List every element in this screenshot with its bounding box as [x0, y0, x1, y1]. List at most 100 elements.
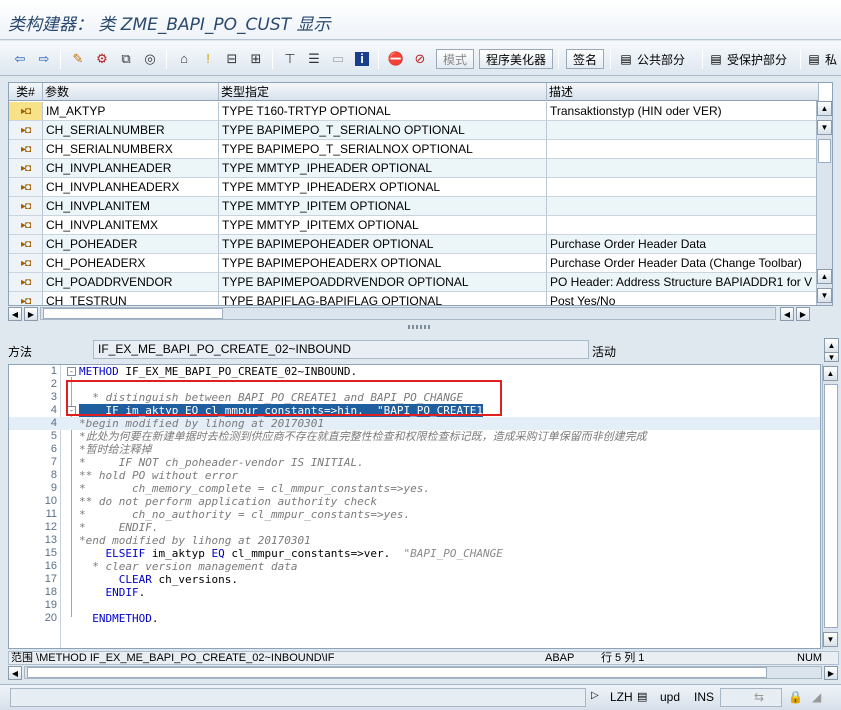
parameter-kind-icon[interactable]: ▸◘	[9, 121, 43, 140]
back-arrow-button[interactable]: ⇦	[10, 48, 30, 69]
code-line[interactable]: 4 *begin modified by lihong at 20170301	[9, 417, 820, 430]
parameter-kind-icon[interactable]: ▸◘	[9, 197, 43, 216]
pretty-printer-button[interactable]: 程序美化器	[479, 49, 554, 69]
parameter-kind-icon[interactable]: ▸◘	[9, 159, 43, 178]
parameter-row[interactable]: ▸◘ CH_POHEADER TYPE BAPIMEPOHEADER OPTIONA…	[9, 235, 817, 254]
parameter-description-cell[interactable]: Post Yes/No	[547, 292, 817, 305]
editor-horizontal-track[interactable]	[24, 666, 822, 679]
editor-scroll-up-button[interactable]: ▲	[823, 366, 838, 381]
lock-icon[interactable]: 🔒	[788, 690, 803, 704]
code-line[interactable]: 7 * IF NOT ch_poheader-vendor IS INITIAL.	[9, 456, 820, 469]
parameter-name-cell[interactable]: CH_SERIALNUMBERX	[43, 140, 219, 159]
parameter-description-cell[interactable]	[547, 216, 817, 235]
code-line[interactable]: 11 * ch_no_authority = cl_mmpur_constants…	[9, 508, 820, 521]
column-header-parameter[interactable]: 参数	[43, 83, 219, 101]
code-line[interactable]: 1 - METHOD IF_EX_ME_BAPI_PO_CREATE_02~INBO…	[9, 365, 820, 378]
parameter-type-cell[interactable]: TYPE T160-TRTYP OPTIONAL	[219, 102, 547, 121]
parameter-type-cell[interactable]: TYPE BAPIFLAG-BAPIFLAG OPTIONAL	[219, 292, 547, 305]
code-line[interactable]: 16 * clear version management data	[9, 560, 820, 573]
expand-status-icon[interactable]: ▷	[591, 690, 599, 701]
navigation-button[interactable]: !	[198, 48, 218, 69]
display-change-button[interactable]: ✎	[68, 48, 88, 69]
code-line[interactable]: 6 *暂时给注释掉	[9, 443, 820, 456]
print-button[interactable]: ☰	[304, 48, 324, 69]
resize-grip-icon[interactable]: ◢	[812, 690, 821, 704]
parameter-kind-icon[interactable]: ▸◘	[9, 216, 43, 235]
parameter-row[interactable]: ▸◘ CH_SERIALNUMBER TYPE BAPIMEPO_T_SERIALN…	[9, 121, 817, 140]
parameter-type-cell[interactable]: TYPE MMTYP_IPHEADER OPTIONAL	[219, 159, 547, 178]
editor-scroll-left-button[interactable]: ◀	[8, 666, 22, 680]
method-name-field[interactable]: IF_EX_ME_BAPI_PO_CREATE_02~INBOUND	[93, 340, 589, 359]
parameter-row[interactable]: ▸◘ CH_SERIALNUMBERX TYPE BAPIMEPO_T_SERIAL…	[9, 140, 817, 159]
private-section-button[interactable]: ▤ 私	[806, 49, 837, 69]
fold-toggle-icon[interactable]: -	[67, 367, 76, 376]
external-breakpoint-button[interactable]: ⊘	[410, 48, 430, 69]
editor-horizontal-thumb[interactable]	[27, 667, 767, 678]
scroll-thumb[interactable]	[818, 139, 831, 163]
code-line[interactable]: 8 ** hold PO without error	[9, 469, 820, 482]
public-section-button[interactable]: ▤ 公共部分	[618, 49, 685, 69]
code-line[interactable]: 17 CLEAR ch_versions.	[9, 573, 820, 586]
scroll-down-button[interactable]: ▼	[817, 288, 832, 303]
code-line[interactable]: 10 ** do not perform application authorit…	[9, 495, 820, 508]
scroll-right-button[interactable]: ▶	[24, 307, 38, 321]
editor-horizontal-scrollbar[interactable]: ◀ ▶	[8, 666, 839, 681]
system-info-icon[interactable]: ▤	[637, 690, 647, 703]
parameter-row[interactable]: ▸◘ CH_TESTRUN TYPE BAPIFLAG-BAPIFLAG OPTIO…	[9, 292, 817, 305]
check-button[interactable]: ⚙	[92, 48, 112, 69]
parameter-name-cell[interactable]: CH_INVPLANITEM	[43, 197, 219, 216]
parameter-description-cell[interactable]: Purchase Order Header Data (Change Toolb…	[547, 254, 817, 273]
parameter-description-cell[interactable]	[547, 178, 817, 197]
editor-vertical-scrollbar[interactable]: ▲ ▼	[822, 364, 839, 649]
parameter-description-cell[interactable]: PO Header: Address Structure BAPIADDR1 f…	[547, 273, 817, 292]
forward-arrow-button[interactable]: ⇨	[34, 48, 54, 69]
column-header-category[interactable]: 类#	[9, 83, 43, 101]
parameter-description-cell[interactable]	[547, 159, 817, 178]
code-line[interactable]: 9 * ch_memory_complete = cl_mmpur_constan…	[9, 482, 820, 495]
scroll-page-down-button[interactable]: ▼	[817, 120, 832, 135]
parameter-name-cell[interactable]: CH_POADDRVENDOR	[43, 273, 219, 292]
editor-scroll-right-button[interactable]: ▶	[824, 666, 838, 680]
scroll-page-up-button[interactable]: ▲	[817, 269, 832, 284]
parameter-row[interactable]: ▸◘ CH_INVPLANITEM TYPE MMTYP_IPITEM OPTION…	[9, 197, 817, 216]
signature-button[interactable]: 签名	[566, 49, 605, 69]
parameter-row[interactable]: ▸◘ CH_INVPLANHEADERX TYPE MMTYP_IPHEADERX …	[9, 178, 817, 197]
parameter-table-horizontal-scrollbar[interactable]: ◀ ▶ ◀ ▶	[8, 307, 833, 322]
parameter-type-cell[interactable]: TYPE BAPIMEPO_T_SERIALNO OPTIONAL	[219, 121, 547, 140]
splitter-handle[interactable]	[408, 325, 432, 329]
code-line[interactable]: 15 ELSEIF im_aktyp EQ cl_mmpur_constants…	[9, 547, 820, 560]
editor-scroll-down-button[interactable]: ▼	[823, 632, 838, 647]
parameter-row[interactable]: ▸◘ CH_POADDRVENDOR TYPE BAPIMEPOADDRVENDOR…	[9, 273, 817, 292]
layout-button[interactable]: ⊞	[246, 48, 266, 69]
parameter-kind-icon[interactable]: ▸◘	[9, 178, 43, 197]
scroll-right-button-2[interactable]: ▶	[796, 307, 810, 321]
mode-button[interactable]: 模式	[436, 49, 475, 69]
protected-section-button[interactable]: ▤ 受保护部分	[708, 49, 787, 69]
parameter-name-cell[interactable]: CH_SERIALNUMBER	[43, 121, 219, 140]
parameter-description-cell[interactable]: Purchase Order Header Data	[547, 235, 817, 254]
method-scroll-up-button[interactable]: ▲	[824, 338, 839, 353]
parameter-kind-icon[interactable]: ▸◘	[9, 235, 43, 254]
parameter-description-cell[interactable]	[547, 140, 817, 159]
parameter-name-cell[interactable]: CH_INVPLANITEMX	[43, 216, 219, 235]
parameter-row[interactable]: ▸◘ CH_INVPLANITEMX TYPE MMTYP_IPITEMX OPTI…	[9, 216, 817, 235]
parameter-type-cell[interactable]: TYPE BAPIMEPOHEADERX OPTIONAL	[219, 254, 547, 273]
method-scroll-down-button[interactable]: ▼	[824, 352, 839, 362]
parameter-kind-icon[interactable]: ▸◘	[9, 273, 43, 292]
code-line[interactable]: 12 * ENDIF.	[9, 521, 820, 534]
parameter-kind-icon[interactable]: ▸◘	[9, 292, 43, 305]
parameter-type-cell[interactable]: TYPE MMTYP_IPHEADERX OPTIONAL	[219, 178, 547, 197]
scroll-left-button[interactable]: ◀	[8, 307, 22, 321]
parameter-row[interactable]: ▸◘ CH_POHEADERX TYPE BAPIMEPOHEADERX OPTIO…	[9, 254, 817, 273]
parameter-kind-icon[interactable]: ▸◘	[9, 140, 43, 159]
parameter-table-vertical-scrollbar[interactable]: ▲ ▼ ▲ ▼	[816, 101, 832, 305]
window-button[interactable]: ⊟	[222, 48, 242, 69]
parameter-name-cell[interactable]: CH_INVPLANHEADER	[43, 159, 219, 178]
parameter-type-cell[interactable]: TYPE MMTYP_IPITEM OPTIONAL	[219, 197, 547, 216]
parameter-name-cell[interactable]: CH_POHEADERX	[43, 254, 219, 273]
code-line[interactable]: 20 ENDMETHOD.	[9, 612, 820, 625]
parameter-name-cell[interactable]: CH_INVPLANHEADERX	[43, 178, 219, 197]
object-list-button[interactable]: ⌂	[174, 48, 194, 69]
parameter-type-cell[interactable]: TYPE BAPIMEPOHEADER OPTIONAL	[219, 235, 547, 254]
column-header-description[interactable]: 描述	[547, 83, 819, 101]
